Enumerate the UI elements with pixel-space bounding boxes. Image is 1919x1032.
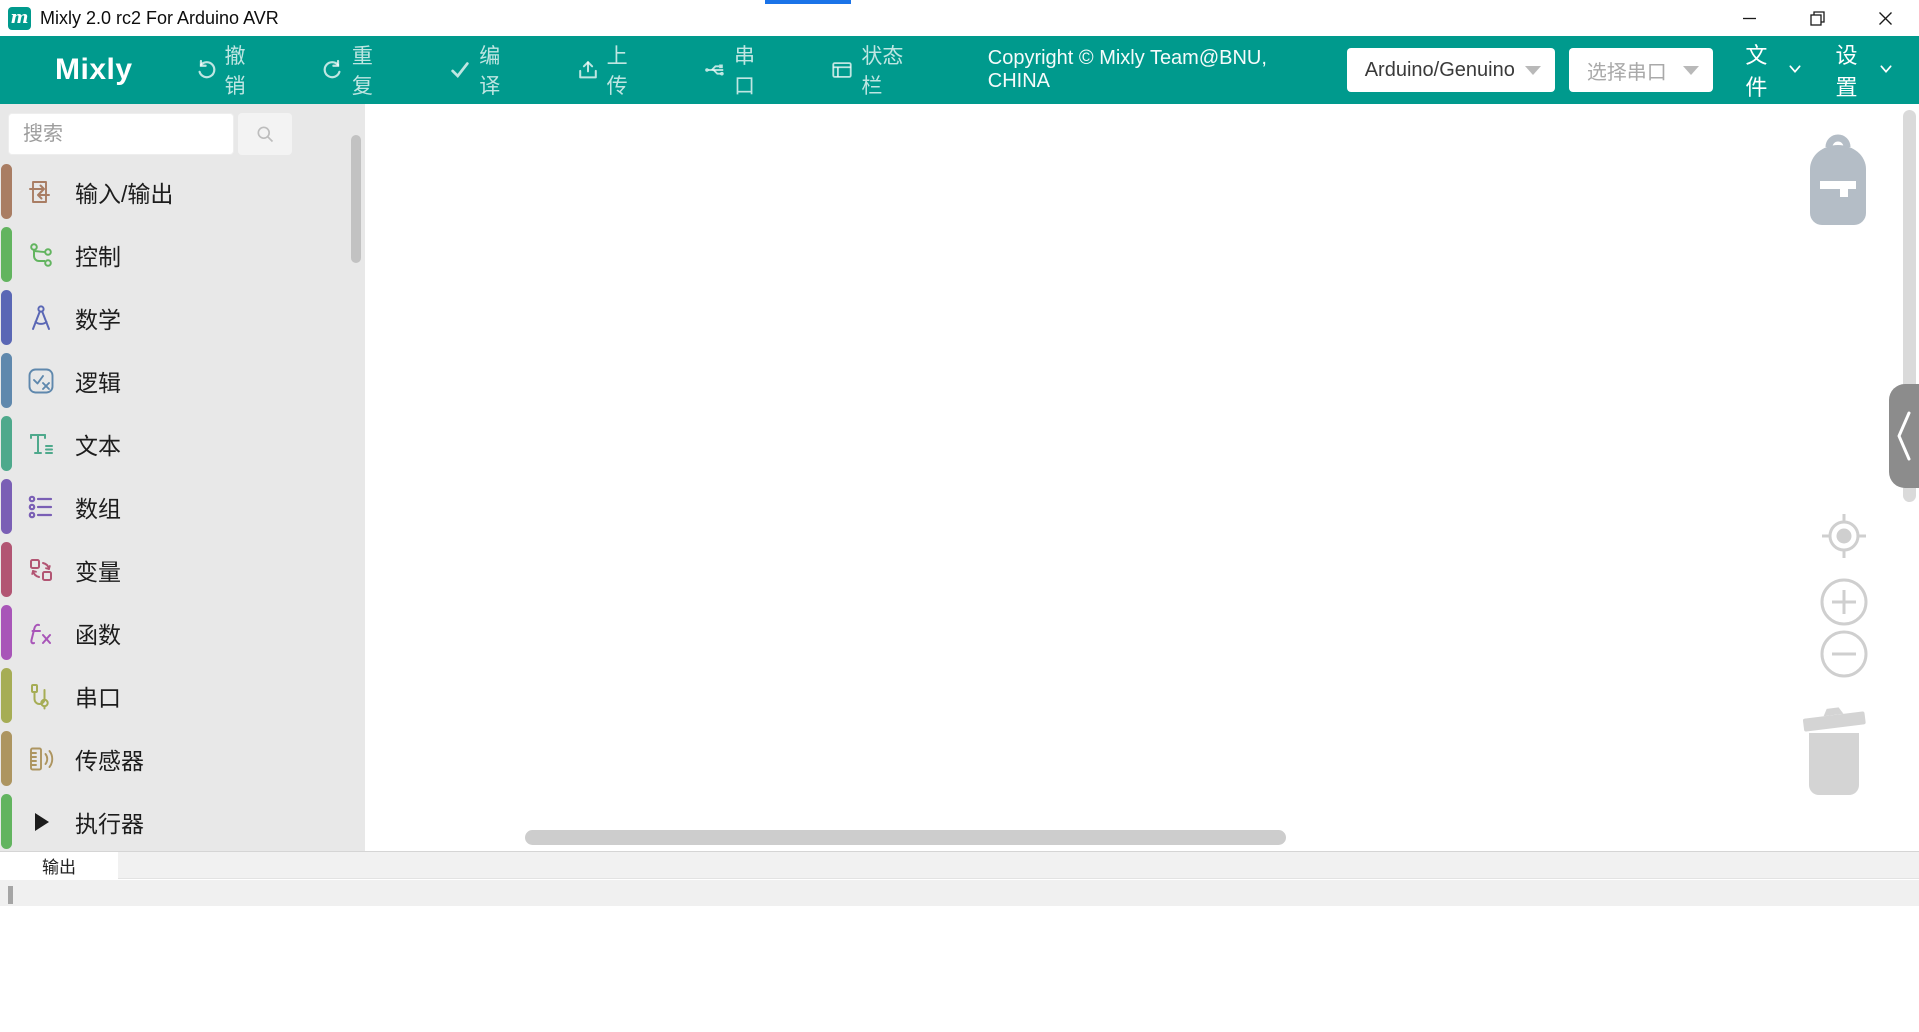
settings-menu[interactable]: 设置	[1835, 38, 1893, 102]
titlebar-accent	[765, 0, 851, 4]
window-title: Mixly 2.0 rc2 For Arduino AVR	[40, 8, 279, 29]
text-icon	[25, 428, 57, 460]
upload-icon	[577, 59, 599, 81]
category-color-bar	[1, 668, 12, 723]
sidebar-item-actuator[interactable]: 执行器	[0, 790, 365, 853]
math-icon	[25, 302, 57, 334]
zoom-in-button[interactable]	[1818, 576, 1870, 628]
sidebar-item-array[interactable]: 数组	[0, 475, 365, 538]
statusbar-icon	[831, 59, 853, 81]
undo-icon	[195, 59, 217, 81]
sidebar-item-math[interactable]: 数学	[0, 286, 365, 349]
output-tabbar: 输出	[0, 852, 1919, 879]
category-color-bar	[1, 227, 12, 282]
undo-button[interactable]: 撤销	[195, 40, 260, 100]
control-icon	[25, 239, 57, 271]
output-splitter[interactable]	[0, 880, 1919, 906]
category-color-bar	[1, 164, 12, 219]
copyright-text: Copyright © Mixly Team@BNU, CHINA	[988, 47, 1303, 93]
restore-button[interactable]	[1783, 0, 1851, 36]
sidebar-item-sensor[interactable]: 传感器	[0, 727, 365, 790]
logic-icon	[25, 365, 57, 397]
redo-icon	[322, 59, 344, 81]
category-color-bar	[1, 605, 12, 660]
mixly-window: m Mixly 2.0 rc2 For Arduino AVR Mixly 撤销…	[0, 0, 1919, 1032]
sidebar-scrollbar[interactable]	[351, 135, 361, 263]
sidebar-item-function[interactable]: 函数	[0, 601, 365, 664]
category-color-bar	[1, 731, 12, 786]
main-toolbar: Mixly 撤销 重复 编译 上传 串口 状态栏 Copyright © Mixly Te…	[0, 36, 1919, 104]
caret-down-icon	[1683, 66, 1699, 75]
search-button[interactable]	[238, 113, 292, 155]
board-select[interactable]: Arduino/Genuino	[1347, 48, 1555, 92]
tab-output[interactable]: 输出	[0, 852, 118, 879]
sidebar-item-io[interactable]: 输入/输出	[0, 160, 365, 223]
category-color-bar	[1, 353, 12, 408]
category-color-bar	[1, 416, 12, 471]
backpack-icon[interactable]	[1806, 131, 1870, 231]
zoom-out-button[interactable]	[1818, 628, 1870, 680]
array-icon	[25, 491, 57, 523]
workspace-canvas[interactable]	[365, 104, 1919, 851]
minimize-button[interactable]	[1715, 0, 1783, 36]
port-select[interactable]: 选择串口	[1569, 48, 1714, 92]
sidebar-item-serial-cable[interactable]: 串口	[0, 664, 365, 727]
splitter-grip[interactable]	[8, 886, 13, 904]
sidebar-item-logic[interactable]: 逻辑	[0, 349, 365, 412]
mixly-brand[interactable]: Mixly	[55, 53, 133, 87]
redo-button[interactable]: 重复	[322, 40, 387, 100]
collapse-panel-tab[interactable]	[1889, 384, 1919, 488]
category-list: 输入/输出控制数学逻辑文本数组变量函数串口传感器执行器	[0, 160, 365, 853]
category-color-bar	[1, 542, 12, 597]
canvas-horizontal-scrollbar[interactable]	[525, 830, 1286, 845]
actuator-icon	[25, 806, 57, 838]
titlebar: m Mixly 2.0 rc2 For Arduino AVR	[0, 0, 1919, 36]
mixly-logo-icon: m	[8, 7, 31, 30]
trash-icon[interactable]	[1798, 703, 1870, 799]
minimize-icon	[1742, 11, 1757, 26]
category-color-bar	[1, 794, 12, 849]
compile-check-button[interactable]: 编译	[449, 40, 514, 100]
upload-button[interactable]: 上传	[577, 40, 642, 100]
restore-icon	[1810, 11, 1825, 26]
io-icon	[25, 176, 57, 208]
caret-down-icon	[1525, 66, 1541, 75]
center-view-button[interactable]	[1818, 510, 1870, 562]
compile-check-icon	[449, 59, 471, 81]
category-color-bar	[1, 479, 12, 534]
variable-icon	[25, 554, 57, 586]
serial-usb-icon	[704, 59, 726, 81]
search-input[interactable]	[8, 113, 234, 155]
file-menu[interactable]: 文件	[1745, 38, 1803, 102]
output-console	[0, 906, 1919, 1032]
sensor-icon	[25, 743, 57, 775]
close-button[interactable]	[1851, 0, 1919, 36]
block-category-sidebar: 输入/输出控制数学逻辑文本数组变量函数串口传感器执行器	[0, 104, 365, 851]
serial-cable-icon	[25, 680, 57, 712]
close-icon	[1878, 11, 1893, 26]
search-icon	[255, 124, 275, 144]
sidebar-item-control[interactable]: 控制	[0, 223, 365, 286]
chevron-down-icon	[1787, 57, 1803, 83]
category-color-bar	[1, 290, 12, 345]
chevron-left-icon	[1893, 401, 1915, 471]
statusbar-button[interactable]: 状态栏	[831, 40, 915, 100]
sidebar-item-variable[interactable]: 变量	[0, 538, 365, 601]
chevron-down-icon	[1878, 57, 1894, 83]
serial-usb-button[interactable]: 串口	[704, 40, 769, 100]
sidebar-item-text[interactable]: 文本	[0, 412, 365, 475]
function-icon	[25, 617, 57, 649]
